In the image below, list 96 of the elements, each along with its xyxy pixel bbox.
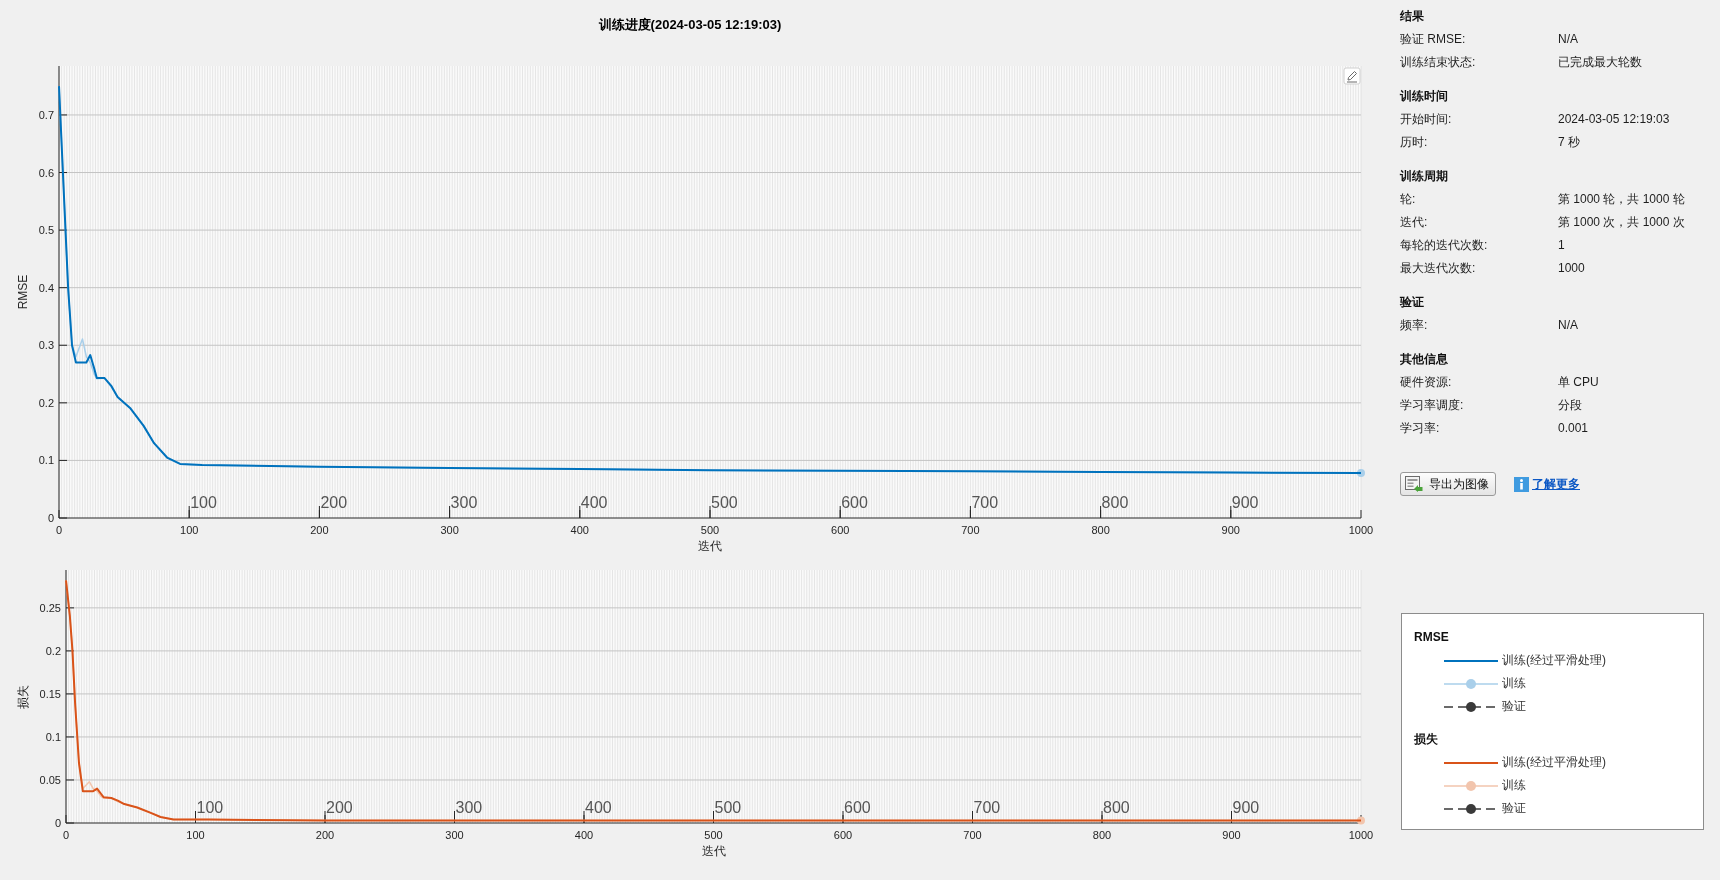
info-label: 开始时间: (1400, 111, 1453, 128)
x-tick-label: 0 (55, 524, 63, 536)
y-tick-label: 0 (54, 817, 61, 829)
epoch-label: 900 (1231, 494, 1259, 511)
info-label: 迭代: (1400, 214, 1429, 231)
x-tick-label: 100 (180, 524, 199, 536)
y-axis-title: 损失 (16, 684, 30, 709)
y-tick-label: 0.6 (38, 166, 54, 179)
epoch-label: 100 (190, 494, 217, 511)
epoch-label: 800 (1101, 494, 1129, 511)
epoch-label: 500 (714, 799, 742, 816)
x-tick-label: 1000 (1348, 524, 1374, 536)
y-tick-label: 0.1 (45, 730, 61, 743)
y-axis-title: RMSE (16, 274, 30, 310)
section-heading: 结果 (1400, 8, 1425, 25)
x-tick-label: 900 (1222, 829, 1241, 841)
x-tick-label: 900 (1221, 524, 1240, 536)
legend-label: 验证 (1502, 800, 1526, 817)
x-axis-title: 迭代 (698, 539, 722, 553)
epoch-label: 400 (580, 494, 608, 511)
epoch-label: 900 (1232, 799, 1260, 816)
epoch-label: 300 (455, 799, 483, 816)
epoch-label: 100 (196, 799, 224, 816)
info-label: 学习率调度: (1400, 397, 1465, 414)
info-label: 验证 RMSE: (1400, 31, 1467, 48)
info-label: 硬件资源: (1400, 374, 1453, 391)
info-label: 学习率: (1400, 420, 1441, 437)
info-label: 最大迭代次数: (1400, 260, 1477, 277)
info-label: 每轮的迭代次数: (1400, 237, 1489, 254)
y-tick-label: 0.7 (38, 108, 54, 121)
legend-label: 验证 (1502, 698, 1526, 715)
info-value: 第 1000 轮，共 1000 轮 (1558, 191, 1686, 208)
legend-label: 训练 (1502, 675, 1526, 692)
x-tick-label: 600 (833, 829, 853, 841)
x-tick-label: 100 (186, 829, 205, 841)
x-tick-label: 200 (310, 524, 329, 536)
info-value: 第 1000 次，共 1000 次 (1558, 214, 1686, 231)
epoch-label: 800 (1103, 799, 1130, 816)
epoch-label: 700 (971, 494, 999, 511)
epoch-label: 600 (844, 799, 871, 816)
x-tick-label: 500 (700, 524, 720, 536)
epoch-label: 500 (711, 494, 738, 511)
epoch-label: 200 (320, 494, 348, 511)
x-tick-label: 300 (440, 524, 459, 536)
legend-title: RMSE (1414, 629, 1449, 646)
section-heading: 其他信息 (1400, 351, 1449, 368)
info-value: N/A (1558, 317, 1579, 334)
section-heading: 训练周期 (1400, 168, 1449, 185)
section-heading: 训练时间 (1400, 88, 1449, 105)
info-value: 1 (1558, 237, 1566, 254)
y-tick-label: 0.4 (38, 281, 54, 294)
y-tick-label: 0.05 (39, 773, 61, 786)
x-tick-label: 500 (704, 829, 723, 841)
x-tick-label: 800 (1092, 829, 1112, 841)
y-tick-label: 0 (47, 512, 54, 524)
epoch-label: 400 (585, 799, 612, 816)
info-label: 训练结束状态: (1400, 54, 1477, 71)
info-label: 频率: (1400, 317, 1429, 334)
x-tick-label: 700 (961, 524, 980, 536)
info-value: 单 CPU (1558, 374, 1600, 391)
x-tick-label: 600 (831, 524, 850, 536)
legend-label: 训练(经过平滑处理) (1502, 652, 1606, 669)
epoch-label: 600 (841, 494, 868, 511)
info-label: 轮: (1400, 191, 1417, 208)
epoch-label: 300 (450, 494, 478, 511)
chart-title: 训练进度(2024-03-05 12:19:03) (598, 17, 782, 33)
y-tick-label: 0.3 (38, 339, 54, 352)
section-heading: 验证 (1400, 294, 1425, 311)
y-tick-label: 0.25 (39, 601, 61, 614)
legend-label: 训练 (1502, 777, 1526, 794)
y-tick-label: 0.15 (39, 687, 61, 700)
x-tick-label: 400 (574, 829, 594, 841)
x-tick-label: 800 (1091, 524, 1110, 536)
info-value: 0.001 (1558, 420, 1590, 437)
info-value: N/A (1558, 31, 1579, 48)
info-value: 2024-03-05 12:19:03 (1558, 111, 1671, 128)
legend-label: 训练(经过平滑处理) (1502, 754, 1606, 771)
y-tick-label: 0.2 (38, 396, 54, 409)
info-label: 历时: (1400, 134, 1429, 151)
info-value: 分段 (1558, 397, 1583, 414)
x-tick-label: 200 (315, 829, 335, 841)
info-value: 1000 (1558, 260, 1586, 277)
epoch-label: 200 (326, 799, 353, 816)
x-tick-label: 700 (963, 829, 982, 841)
x-tick-label: 0 (62, 829, 70, 841)
y-tick-label: 0.1 (38, 454, 54, 467)
x-tick-label: 300 (445, 829, 464, 841)
info-value: 7 秒 (1558, 134, 1581, 151)
y-tick-label: 0.2 (45, 644, 61, 657)
legend-title: 损失 (1414, 731, 1438, 748)
x-axis-title: 迭代 (701, 844, 726, 858)
x-tick-label: 400 (570, 524, 589, 536)
x-tick-label: 1000 (1348, 829, 1374, 841)
y-tick-label: 0.5 (38, 224, 54, 237)
info-value: 已完成最大轮数 (1558, 54, 1643, 71)
epoch-label: 700 (973, 799, 1001, 816)
